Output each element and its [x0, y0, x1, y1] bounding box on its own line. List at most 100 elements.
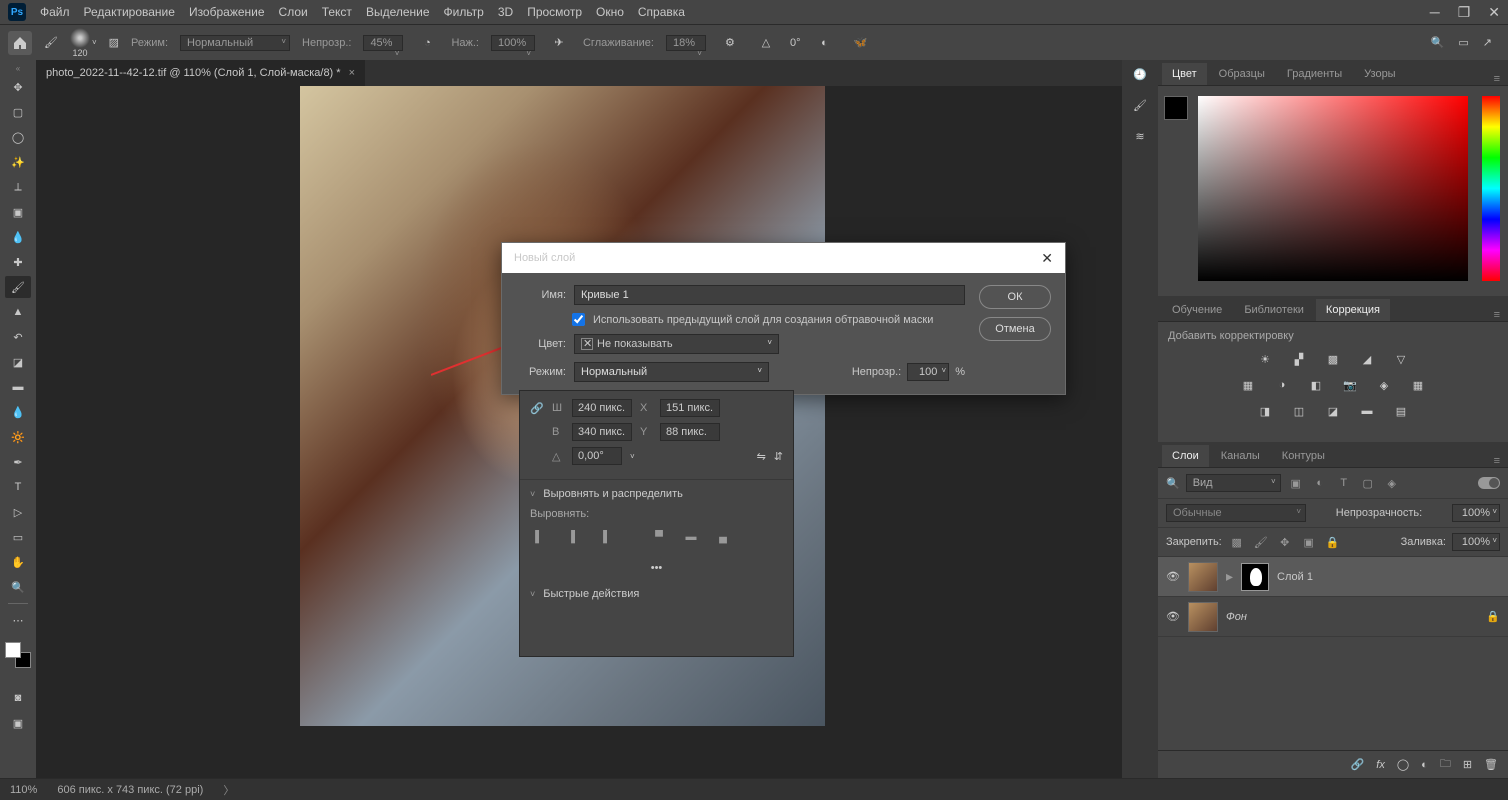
- flip-v-icon[interactable]: ⇵: [774, 450, 783, 463]
- lock-nest-icon[interactable]: ▣: [1300, 533, 1318, 551]
- eyedropper-tool[interactable]: 💧: [5, 226, 31, 248]
- visibility-icon[interactable]: 👁: [1166, 570, 1180, 583]
- ok-button[interactable]: ОК: [979, 285, 1051, 309]
- wand-tool[interactable]: ✨: [5, 151, 31, 173]
- angle-input[interactable]: 0,00°: [572, 447, 622, 465]
- photofilter-icon[interactable]: 📷: [1340, 376, 1360, 394]
- tab-gradients[interactable]: Градиенты: [1277, 63, 1352, 85]
- menu-view[interactable]: Просмотр: [527, 5, 582, 19]
- group-icon[interactable]: 🗀: [1440, 755, 1451, 774]
- brush-settings-icon[interactable]: ▨: [109, 36, 119, 49]
- filter-shape-icon[interactable]: ▢: [1359, 474, 1377, 492]
- type-tool[interactable]: T: [5, 476, 31, 498]
- visibility-icon[interactable]: 👁: [1166, 610, 1180, 623]
- exposure-icon[interactable]: ◢: [1357, 350, 1377, 368]
- history-icon[interactable]: 🕘: [1133, 68, 1147, 81]
- lock-all-icon[interactable]: 🔒: [1324, 533, 1342, 551]
- lock-trans-icon[interactable]: ▩: [1228, 533, 1246, 551]
- tab-channels[interactable]: Каналы: [1211, 445, 1270, 467]
- foreground-color[interactable]: [1164, 96, 1188, 120]
- heal-tool[interactable]: ✚: [5, 251, 31, 273]
- tab-patterns[interactable]: Узоры: [1354, 63, 1405, 85]
- tab-adjustments[interactable]: Коррекция: [1316, 299, 1390, 321]
- menu-edit[interactable]: Редактирование: [84, 5, 175, 19]
- menu-layers[interactable]: Слои: [279, 5, 308, 19]
- tab-color[interactable]: Цвет: [1162, 63, 1207, 85]
- flow-dropdown[interactable]: 100%: [491, 35, 535, 51]
- menu-text[interactable]: Текст: [322, 5, 352, 19]
- fill-input[interactable]: 100%: [1452, 533, 1500, 551]
- gear-icon[interactable]: ⚙: [718, 31, 742, 55]
- filter-adjust-icon[interactable]: ◐: [1311, 474, 1329, 492]
- menu-select[interactable]: Выделение: [366, 5, 430, 19]
- align-left-icon[interactable]: ▌: [530, 528, 548, 546]
- x-input[interactable]: 151 пикс.: [660, 399, 720, 417]
- gradientmap-icon[interactable]: ▬: [1357, 402, 1377, 420]
- invert-icon[interactable]: ◨: [1255, 402, 1275, 420]
- maximize-icon[interactable]: ❐: [1458, 4, 1471, 21]
- menu-filter[interactable]: Фильтр: [444, 5, 484, 19]
- lasso-tool[interactable]: ◯: [5, 126, 31, 148]
- brush-tool-icon[interactable]: 🖌: [44, 36, 58, 49]
- tab-layers[interactable]: Слои: [1162, 445, 1209, 467]
- delete-layer-icon[interactable]: 🗑: [1484, 758, 1498, 771]
- color-swatches[interactable]: [5, 642, 31, 668]
- dialog-close-icon[interactable]: ✕: [1041, 250, 1053, 267]
- brightness-icon[interactable]: ☀: [1255, 350, 1275, 368]
- zoom-tool[interactable]: 🔍: [5, 576, 31, 598]
- filter-toggle[interactable]: [1478, 477, 1500, 489]
- align-section-toggle[interactable]: Выровнять и распределить: [520, 480, 793, 508]
- dlg-mode-dropdown[interactable]: Нормальный: [574, 362, 769, 382]
- angle-icon[interactable]: △: [754, 31, 778, 55]
- menu-help[interactable]: Справка: [638, 5, 685, 19]
- color-dropdown[interactable]: ✕Не показывать: [574, 334, 779, 354]
- pen-tool[interactable]: ✒: [5, 451, 31, 473]
- brush-settings-icon[interactable]: ≋: [1135, 130, 1144, 143]
- stamp-tool[interactable]: ▲: [5, 301, 31, 323]
- layer-row[interactable]: 👁 Фон 🔒: [1158, 597, 1508, 637]
- tab-libraries[interactable]: Библиотеки: [1234, 299, 1314, 321]
- fx-icon[interactable]: fx: [1376, 759, 1385, 771]
- move-tool[interactable]: ✥: [5, 76, 31, 98]
- close-icon[interactable]: ✕: [1488, 4, 1500, 21]
- lock-paint-icon[interactable]: 🖌: [1252, 533, 1270, 551]
- tab-learn[interactable]: Обучение: [1162, 299, 1232, 321]
- dodge-tool[interactable]: 🔆: [5, 426, 31, 448]
- align-hcenter-icon[interactable]: ▐: [562, 528, 580, 546]
- layer-thumbnail[interactable]: [1188, 562, 1218, 592]
- frame-tool[interactable]: ▣: [5, 201, 31, 223]
- levels-icon[interactable]: ▞: [1289, 350, 1309, 368]
- search-icon[interactable]: 🔍: [1431, 36, 1445, 49]
- align-top-icon[interactable]: ▀: [650, 528, 668, 546]
- width-input[interactable]: 240 пикс.: [572, 399, 632, 417]
- path-select-tool[interactable]: ▷: [5, 501, 31, 523]
- share-icon[interactable]: ↗: [1483, 36, 1492, 49]
- link-layers-icon[interactable]: 🔗: [1351, 758, 1365, 771]
- blend-mode-dropdown[interactable]: Обычные: [1166, 504, 1306, 522]
- blur-tool[interactable]: 💧: [5, 401, 31, 423]
- layer-name[interactable]: Фон: [1226, 611, 1247, 623]
- smooth-dropdown[interactable]: 18%: [666, 35, 706, 51]
- panel-menu-icon[interactable]: ≡: [1494, 73, 1508, 85]
- filter-type-dropdown[interactable]: Вид: [1186, 474, 1281, 492]
- align-bottom-icon[interactable]: ▄: [714, 528, 732, 546]
- flip-h-icon[interactable]: ⇋: [757, 450, 766, 463]
- layer-thumbnail[interactable]: [1188, 602, 1218, 632]
- dialog-titlebar[interactable]: Новый слой ✕: [502, 243, 1065, 273]
- colorlookup-icon[interactable]: ▦: [1408, 376, 1428, 394]
- threshold-icon[interactable]: ◪: [1323, 402, 1343, 420]
- brush-preview[interactable]: 120 ˅: [70, 28, 97, 58]
- dlg-opacity-input[interactable]: 100: [907, 363, 949, 381]
- name-input[interactable]: [574, 285, 965, 305]
- panel-menu-icon[interactable]: ≡: [1494, 309, 1508, 321]
- bw-icon[interactable]: ◧: [1306, 376, 1326, 394]
- clip-checkbox[interactable]: [572, 313, 585, 326]
- eraser-tool[interactable]: ◪: [5, 351, 31, 373]
- opacity-dropdown[interactable]: 45%: [363, 35, 403, 51]
- menu-window[interactable]: Окно: [596, 5, 624, 19]
- gradient-tool[interactable]: ▬: [5, 376, 31, 398]
- lock-pos-icon[interactable]: ✥: [1276, 533, 1294, 551]
- hand-tool[interactable]: ✋: [5, 551, 31, 573]
- tab-close-icon[interactable]: ×: [349, 67, 355, 79]
- marquee-tool[interactable]: ▢: [5, 101, 31, 123]
